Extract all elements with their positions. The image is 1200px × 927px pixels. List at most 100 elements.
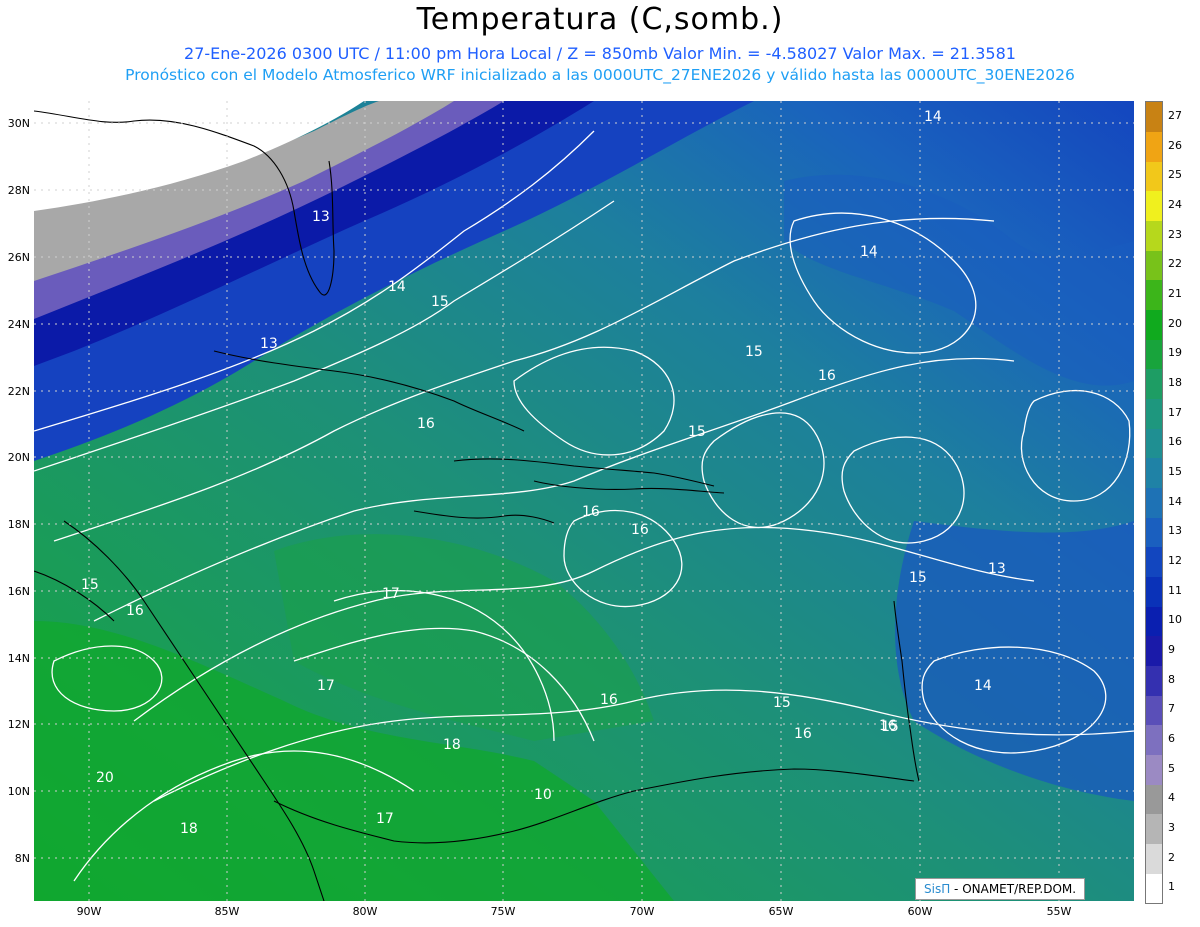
color-scale-label: 27 [1168,108,1182,122]
color-scale-swatch [1146,517,1162,548]
color-scale-label: 5 [1168,761,1175,775]
lat-label: 8N [14,852,30,865]
color-scale-swatch [1146,339,1162,370]
contour-label: 17 [382,586,400,602]
color-scale-swatch [1146,814,1162,844]
contour-label: 15 [909,570,927,586]
color-scale-swatch [1146,784,1162,815]
color-scale-bar [1145,101,1163,904]
lat-label: 20N [7,451,30,464]
contour-label: 18 [180,821,198,837]
color-scale-swatch [1146,191,1162,221]
color-scale-swatch [1146,754,1162,785]
color-scale-label: 24 [1168,197,1182,211]
color-scale-swatch [1146,636,1162,666]
color-scale-swatch [1146,725,1162,755]
color-scale-label: 19 [1168,346,1182,360]
contour-label: 20 [96,770,114,786]
lat-label: 14N [7,652,30,665]
color-scale-swatch [1146,547,1162,577]
color-scale-swatch [1146,428,1162,459]
lat-label: 26N [7,251,30,264]
sispi-logo-text: SisΠ [924,882,951,896]
contour-label: 16 [631,522,649,538]
lon-label: 80W [352,905,378,918]
contour-label: 16 [417,416,435,432]
color-scale-label: 12 [1168,553,1182,567]
color-scale-swatch [1146,280,1162,310]
contour-label: 17 [376,811,394,827]
color-scale-label: 23 [1168,227,1182,241]
temperature-map: 13 13 14 15 16 14 14 15 16 15 16 16 16 1… [34,101,1134,901]
color-scale-label: 16 [1168,435,1182,449]
subtitle-model-info: Pronóstico con el Modelo Atmosferico WRF… [125,66,1075,84]
contour-label: 16 [794,726,812,742]
lat-label: 18N [7,518,30,531]
color-scale-label: 21 [1168,286,1182,300]
lat-label: 16N [7,585,30,598]
lat-label: 24N [7,318,30,331]
color-scale-swatch [1146,458,1162,488]
contour-label: 15 [881,719,899,735]
color-scale-label: 22 [1168,257,1182,271]
contour-label: 14 [388,279,406,295]
color-scale-label: 25 [1168,168,1182,182]
contour-label: 15 [81,577,99,593]
color-scale-label: 3 [1168,820,1175,834]
lon-label: 75W [490,905,516,918]
color-scale-swatch [1146,665,1162,696]
lon-label: 65W [768,905,794,918]
color-scale-label: 26 [1168,138,1182,152]
color-scale-swatch [1146,102,1162,132]
lon-label: 70W [629,905,655,918]
color-scale-swatch [1146,369,1162,399]
lat-label: 10N [7,785,30,798]
lon-label: 90W [76,905,102,918]
color-scale-label: 2 [1168,850,1175,864]
contour-label: 10 [534,787,552,803]
contour-label: 16 [582,504,600,520]
contour-label: 14 [924,109,942,125]
color-scale-label: 10 [1168,613,1182,627]
color-scale-swatch [1146,695,1162,726]
contour-label: 18 [443,737,461,753]
color-scale-label: 15 [1168,464,1182,478]
color-scale-swatch [1146,161,1162,192]
color-scale-label: 7 [1168,702,1175,716]
color-scale-swatch [1146,487,1162,518]
lon-label: 60W [907,905,933,918]
credit-box: SisΠ - ONAMET/REP.DOM. [915,878,1086,900]
color-scale-swatch [1146,131,1162,162]
contour-label: 15 [688,424,706,440]
lat-label: 28N [7,184,30,197]
color-scale-label: 1 [1168,880,1175,894]
color-scale-label: 13 [1168,524,1182,538]
contour-label: 16 [600,692,618,708]
color-scale-swatch [1146,250,1162,281]
color-scale-label: 4 [1168,791,1175,805]
map-title: Temperatura (C,somb.) [416,2,784,37]
contour-label: 16 [126,603,144,619]
color-scale-swatch [1146,309,1162,340]
contour-label: 13 [260,336,278,352]
contour-label: 15 [773,695,791,711]
color-scale-label: 20 [1168,316,1182,330]
subtitle-run-info: 27-Ene-2026 0300 UTC / 11:00 pm Hora Loc… [184,44,1016,63]
color-scale-label: 14 [1168,494,1182,508]
lat-label: 30N [7,117,30,130]
credit-org-text: - ONAMET/REP.DOM. [950,882,1077,896]
color-scale-label: 6 [1168,731,1175,745]
lat-label: 22N [7,385,30,398]
contour-label: 14 [860,244,878,260]
contour-label: 15 [431,294,449,310]
contour-label: 13 [988,561,1006,577]
lon-label: 55W [1046,905,1072,918]
contour-label: 14 [974,678,992,694]
color-scale-label: 18 [1168,375,1182,389]
color-scale-label: 11 [1168,583,1182,597]
color-scale-label: 9 [1168,642,1175,656]
color-scale-swatch [1146,398,1162,429]
color-scale-swatch [1146,843,1162,874]
contour-label: 15 [745,344,763,360]
contour-label: 16 [818,368,836,384]
